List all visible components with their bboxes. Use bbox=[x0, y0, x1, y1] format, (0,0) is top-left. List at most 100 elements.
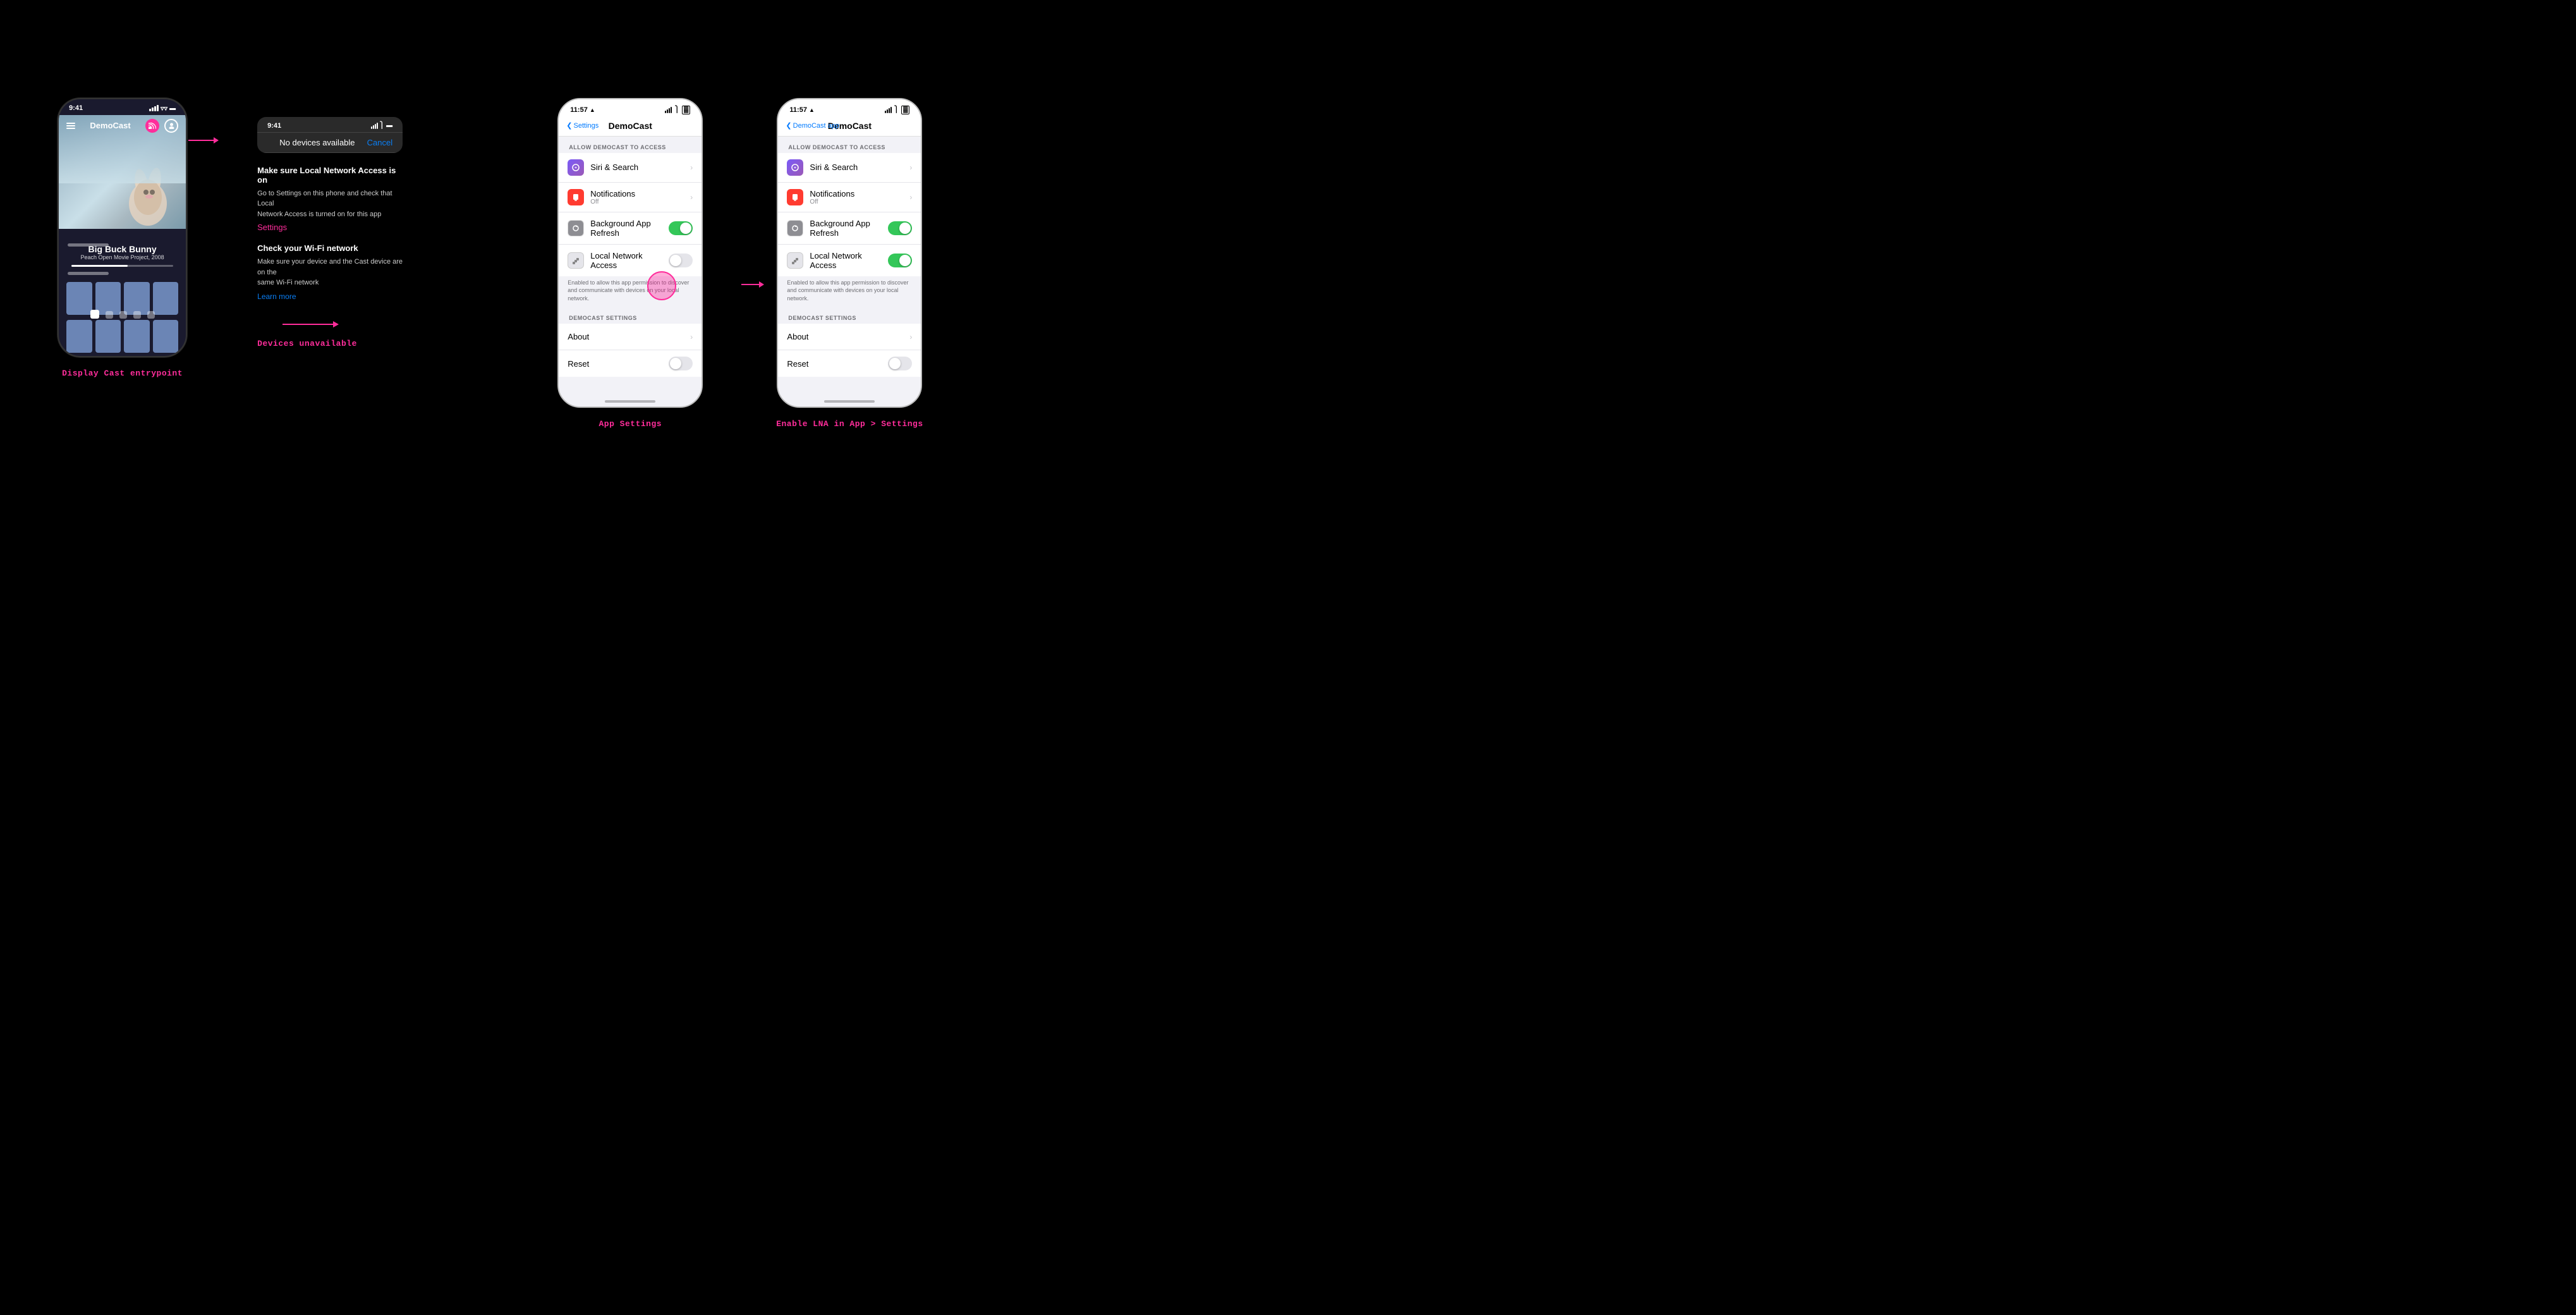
hamburger-menu[interactable] bbox=[66, 123, 75, 129]
lna-icon-3 bbox=[568, 252, 584, 269]
ios-cell-bg-refresh-4[interactable]: Background App Refresh bbox=[778, 212, 921, 245]
arrow-line bbox=[188, 140, 214, 141]
ios-settings-content-3: ALLOW DEMOCAST TO ACCESS Siri & Search bbox=[559, 137, 702, 400]
chevron-icon-about-3: › bbox=[690, 333, 693, 341]
dialog-time: 9:41 bbox=[267, 122, 281, 130]
bg-refresh-toggle-4[interactable] bbox=[888, 221, 912, 235]
lna-toggle-3[interactable] bbox=[669, 254, 693, 267]
ios-section-header2-3: DEMOCAST SETTINGS bbox=[559, 307, 702, 324]
dot-5 bbox=[147, 311, 155, 319]
settings-arrow-head bbox=[333, 321, 339, 327]
bg-refresh-icon-4 bbox=[787, 220, 803, 236]
lna-toggle-4[interactable] bbox=[888, 254, 912, 267]
learn-more-link[interactable]: Learn more bbox=[257, 292, 296, 301]
about-label-3: About bbox=[568, 332, 684, 341]
arrow-head bbox=[214, 137, 219, 144]
siri-icon-4 bbox=[787, 159, 803, 176]
ios-cell-about-4[interactable]: About › bbox=[778, 324, 921, 350]
ios-back-btn-4[interactable]: ❮ DemoCast app bbox=[786, 121, 839, 130]
signal-icon-3 bbox=[665, 107, 672, 113]
ios-status-right-4: ⎫ ▓ bbox=[885, 106, 910, 114]
reset-toggle-4[interactable] bbox=[888, 357, 912, 370]
profile-button[interactable] bbox=[164, 119, 178, 133]
no-devices-text: No devices available bbox=[267, 138, 367, 147]
notif-label-3: Notifications bbox=[590, 189, 684, 199]
phone-1: 9:41 ▿▿ ▬ bbox=[58, 98, 187, 357]
ios-time-3: 11:57 ▲ bbox=[570, 106, 595, 114]
notif-sublabel-4: Off bbox=[810, 199, 903, 205]
battery-icon-2: ▬ bbox=[386, 122, 392, 129]
ios-cell-about-3[interactable]: About › bbox=[559, 324, 702, 350]
signal-icon bbox=[149, 105, 159, 111]
wifi-icon-2: ⎫ bbox=[380, 122, 385, 129]
bg-refresh-toggle-3[interactable] bbox=[669, 221, 693, 235]
settings-link[interactable]: Settings bbox=[257, 223, 287, 232]
settings-arrow-line bbox=[283, 324, 333, 325]
progress-bar bbox=[71, 265, 173, 267]
battery-icon: ▬ bbox=[169, 105, 176, 112]
section-3: 11:57 ▲ ⎫ ▓ ❮ Sett bbox=[521, 98, 740, 429]
dialog-status-icons: ⎫ ▬ bbox=[371, 122, 393, 130]
main-container: 9:41 ▿▿ ▬ bbox=[13, 98, 959, 429]
ios-back-btn-3[interactable]: ❮ Settings bbox=[566, 121, 598, 130]
section-4-label: Enable LNA in App > Settings bbox=[776, 419, 923, 429]
ios-cell-bg-refresh-3[interactable]: Background App Refresh bbox=[559, 212, 702, 245]
notif-label-4: Notifications bbox=[810, 189, 903, 199]
bg-refresh-label-3: Background App Refresh bbox=[590, 219, 662, 238]
phone-1-time: 9:41 bbox=[69, 104, 83, 112]
about-label-4: About bbox=[787, 332, 903, 341]
dot-3 bbox=[119, 311, 127, 319]
dialog-title-bar: No devices available Cancel bbox=[257, 133, 403, 153]
wifi-icon-3: ⎫ bbox=[674, 106, 679, 113]
wifi-icon: ▿▿ bbox=[161, 104, 167, 113]
help-section: Make sure Local Network Access is on Go … bbox=[257, 153, 403, 302]
ios-section-header-3: ALLOW DEMOCAST TO ACCESS bbox=[559, 137, 702, 153]
cast-button[interactable] bbox=[145, 119, 159, 133]
dot-4 bbox=[133, 311, 141, 319]
header-icons bbox=[145, 119, 178, 133]
bg-refresh-label-4: Background App Refresh bbox=[810, 219, 882, 238]
reset-toggle-3[interactable] bbox=[669, 357, 693, 370]
lna-label-4: Local Network Access bbox=[810, 251, 882, 270]
ios-cell-group-1-4: Siri & Search › Notifica bbox=[778, 153, 921, 276]
ios-cell-siri-4[interactable]: Siri & Search › bbox=[778, 153, 921, 183]
signal-icon-2 bbox=[371, 123, 378, 129]
ios-cell-notif-3[interactable]: Notifications Off › bbox=[559, 183, 702, 212]
thumb-5 bbox=[66, 320, 92, 353]
dialog-box: 9:41 ⎫ ▬ No devices available bbox=[257, 117, 403, 153]
cancel-button[interactable]: Cancel bbox=[367, 138, 392, 147]
ios-cell-siri-3[interactable]: Siri & Search › bbox=[559, 153, 702, 183]
lna-description-3: Enabled to allow this app permission to … bbox=[559, 276, 702, 308]
ios-cell-lna-3[interactable]: Local Network Access bbox=[559, 245, 702, 276]
progress-fill bbox=[71, 265, 128, 267]
chevron-icon-about-4: › bbox=[909, 333, 912, 341]
section-4: 11:57 ▲ ⎫ ▓ ❮ Demo bbox=[740, 98, 959, 429]
siri-search-label-3: Siri & Search bbox=[590, 162, 684, 172]
help-1-title: Make sure Local Network Access is on bbox=[257, 166, 403, 185]
ios-cell-reset-4[interactable]: Reset bbox=[778, 350, 921, 377]
ios-status-right-3: ⎫ ▓ bbox=[665, 106, 690, 114]
lna-description-4: Enabled to allow this app permission to … bbox=[778, 276, 921, 308]
home-indicator-4 bbox=[824, 400, 875, 403]
chevron-icon-notif-3: › bbox=[690, 193, 693, 202]
ios-cell-notif-4[interactable]: Notifications Off › bbox=[778, 183, 921, 212]
arrow-head-2 bbox=[759, 281, 764, 288]
siri-search-label-4: Siri & Search bbox=[810, 162, 903, 172]
dialog-status-bar: 9:41 ⎫ ▬ bbox=[257, 117, 403, 132]
section-bar-2 bbox=[68, 243, 109, 247]
ios-section-header2-4: DEMOCAST SETTINGS bbox=[778, 307, 921, 324]
chevron-icon-notif-4: › bbox=[909, 193, 912, 202]
thumb-8 bbox=[153, 320, 179, 353]
help-1-body: Go to Settings on this phone and check t… bbox=[257, 188, 403, 220]
settings-arrow bbox=[283, 321, 403, 327]
ios-nav-title-3: DemoCast bbox=[609, 121, 652, 131]
battery-icon-4: ▓ bbox=[901, 106, 909, 114]
thumb-7 bbox=[124, 320, 150, 353]
ios-cell-lna-4[interactable]: Local Network Access bbox=[778, 245, 921, 276]
video-subtitle: Peach Open Movie Project, 2008 bbox=[59, 254, 186, 260]
notif-sublabel-3: Off bbox=[590, 199, 684, 205]
ios-cell-reset-3[interactable]: Reset bbox=[559, 350, 702, 377]
help-2-title: Check your Wi-Fi network bbox=[257, 243, 403, 253]
signal-icon-4 bbox=[885, 107, 892, 113]
section-1: 9:41 ▿▿ ▬ bbox=[13, 98, 232, 378]
